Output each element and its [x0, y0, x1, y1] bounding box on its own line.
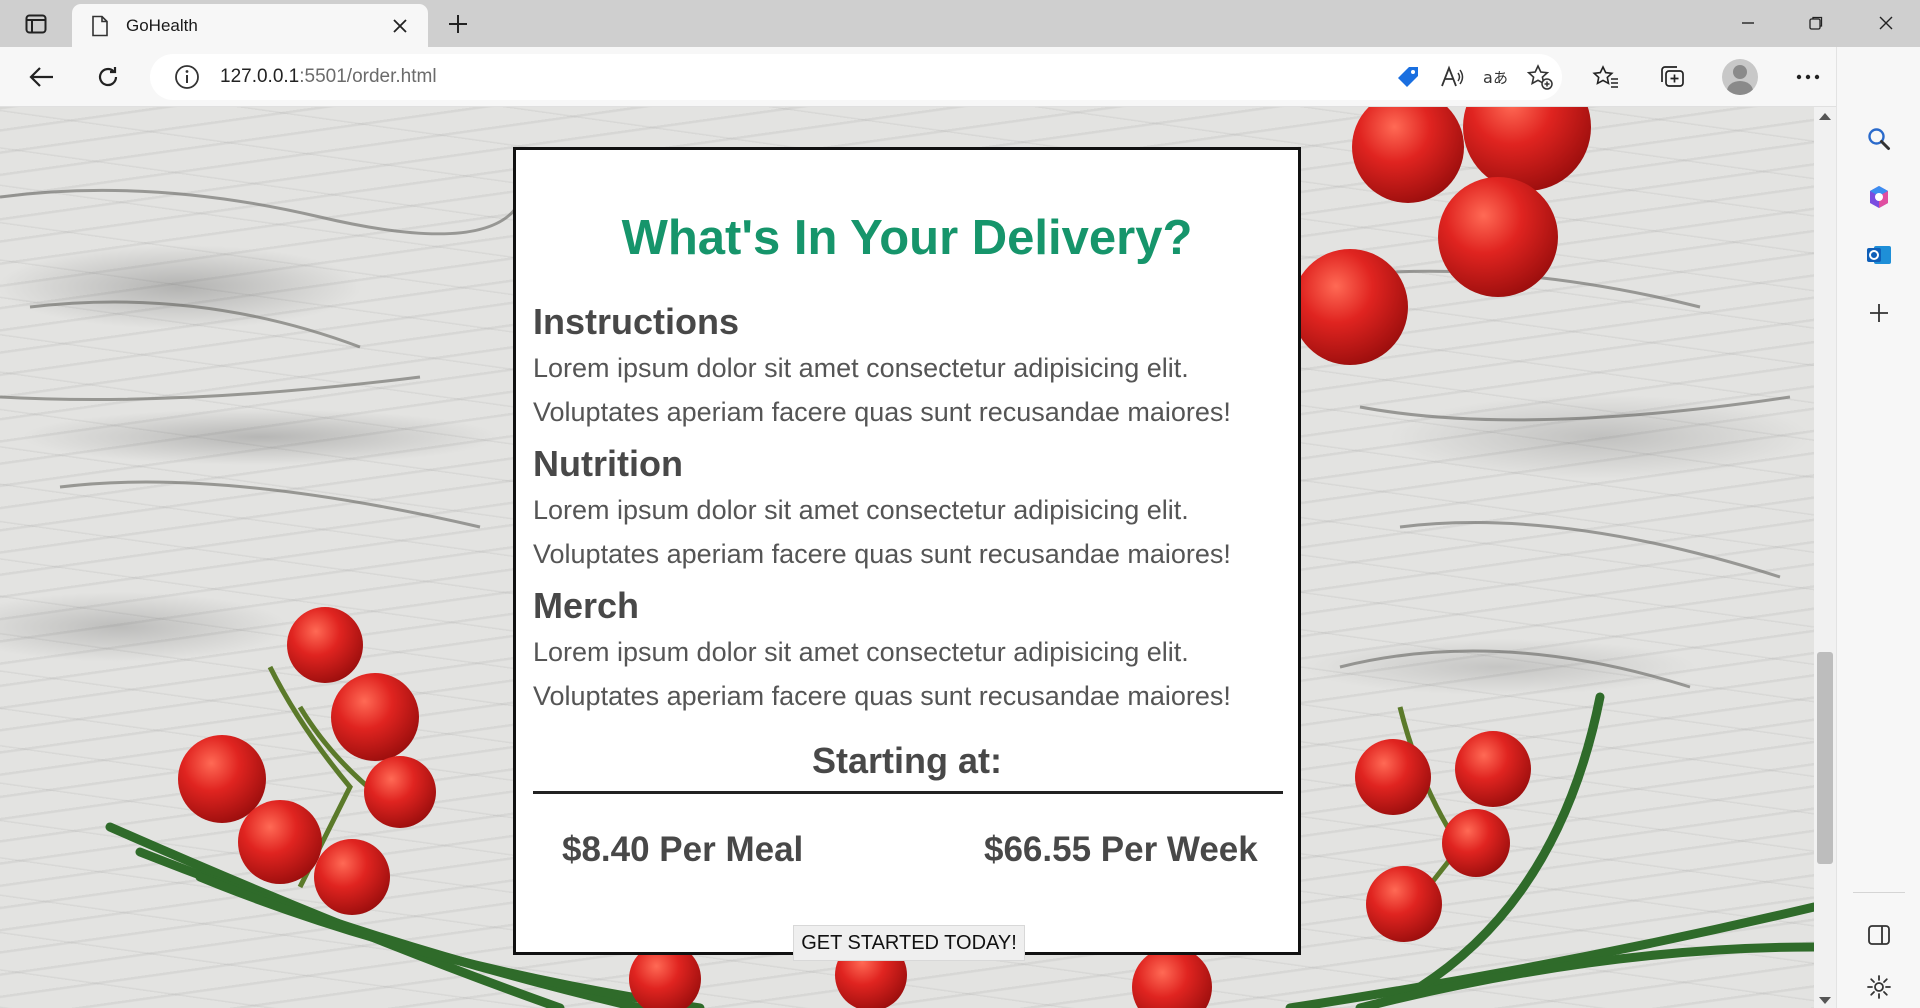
translate-button[interactable]: aあ — [1474, 57, 1518, 97]
collections-icon — [1661, 66, 1684, 87]
sidebar-outlook-button[interactable] — [1857, 233, 1901, 277]
sidebar-copilot-button[interactable] — [1857, 175, 1901, 219]
coupon-button[interactable] — [1386, 57, 1430, 97]
close-tab-button[interactable] — [386, 12, 414, 40]
address-bar[interactable]: 127.0.0.1:5501/order.html aあ — [150, 54, 1562, 100]
edge-sidebar — [1836, 47, 1920, 1008]
restore-button[interactable] — [1788, 8, 1844, 38]
price-per-week: $66.55 Per Week — [984, 830, 1258, 869]
settings-icon — [1867, 975, 1891, 999]
url-host: 127.0.0.1 — [220, 66, 300, 87]
url-path: :5501/order.html — [299, 66, 437, 87]
tab-actions-button[interactable] — [16, 10, 56, 38]
section-text-line: Voluptates aperiam facere quas sunt recu… — [533, 539, 1231, 569]
section-text-line: Voluptates aperiam facere quas sunt recu… — [533, 397, 1231, 427]
back-icon — [29, 67, 53, 87]
add-favorite-icon — [1526, 64, 1553, 90]
refresh-button[interactable] — [88, 58, 128, 96]
back-button[interactable] — [22, 58, 62, 96]
close-window-icon — [1879, 16, 1893, 30]
sidebar-search-button[interactable] — [1857, 117, 1901, 161]
section-heading: Nutrition — [533, 443, 683, 484]
sidebar-toggle-button[interactable] — [1857, 913, 1901, 957]
add-favorite-button[interactable] — [1518, 57, 1562, 97]
sidebar-add-button[interactable] — [1857, 291, 1901, 335]
starting-at-label: Starting at: — [811, 740, 1002, 781]
address-toolbar: 127.0.0.1:5501/order.html aあ — [0, 47, 1920, 107]
section-text-line: Lorem ipsum dolor sit amet consectetur a… — [533, 353, 1189, 383]
price-divider — [533, 791, 1283, 794]
info-icon[interactable] — [174, 64, 200, 90]
minimize-button[interactable] — [1720, 8, 1776, 38]
scroll-down-arrow-icon[interactable] — [1819, 997, 1831, 1004]
page-icon — [92, 15, 108, 36]
coupon-tag-icon — [1398, 67, 1418, 87]
favorites-icon — [1592, 65, 1618, 88]
close-icon — [393, 18, 407, 33]
outlook-icon — [1867, 246, 1891, 264]
more-button[interactable] — [1788, 58, 1828, 96]
restore-icon — [1809, 16, 1823, 30]
minimize-icon — [1742, 22, 1754, 24]
svg-text:あ: あ — [1493, 69, 1508, 87]
sidebar-toggle-icon — [1868, 925, 1890, 945]
favorites-button[interactable] — [1586, 58, 1626, 96]
section-text-line: Lorem ipsum dolor sit amet consectetur a… — [533, 495, 1189, 525]
new-tab-button[interactable] — [442, 9, 474, 39]
get-started-button[interactable]: GET STARTED TODAY! — [793, 925, 1025, 961]
card-title: What's In Your Delivery? — [621, 211, 1193, 265]
section-merch: Merch Lorem ipsum dolor sit amet consect… — [533, 584, 1293, 718]
price-per-meal: $8.40 Per Meal — [562, 830, 804, 869]
svg-text:a: a — [1483, 68, 1493, 87]
copilot-icon — [1870, 186, 1888, 208]
section-text-line: Lorem ipsum dolor sit amet consectetur a… — [533, 637, 1189, 667]
tab-actions-icon — [25, 14, 47, 34]
delivery-card: What's In Your Delivery? Instructions Lo… — [513, 147, 1301, 961]
plus-icon — [449, 15, 467, 33]
collections-button[interactable] — [1652, 58, 1692, 96]
scroll-up-arrow-icon[interactable] — [1819, 113, 1831, 120]
close-window-button[interactable] — [1858, 8, 1914, 38]
add-icon — [1870, 304, 1888, 322]
read-aloud-button[interactable] — [1430, 57, 1474, 97]
profile-avatar[interactable] — [1722, 59, 1758, 95]
search-icon — [1868, 128, 1890, 150]
refresh-icon — [98, 67, 118, 87]
section-instructions: Instructions Lorem ipsum dolor sit amet … — [533, 300, 1293, 434]
sidebar-divider — [1853, 892, 1905, 893]
section-text-line: Voluptates aperiam facere quas sunt recu… — [533, 681, 1231, 711]
page-viewport: What's In Your Delivery? Instructions Lo… — [0, 107, 1814, 1008]
page-scrollbar[interactable] — [1814, 107, 1836, 1008]
section-heading: Merch — [533, 585, 640, 626]
section-heading: Instructions — [533, 301, 740, 342]
more-icon — [1796, 74, 1820, 80]
section-nutrition: Nutrition Lorem ipsum dolor sit amet con… — [533, 442, 1293, 576]
sidebar-settings-button[interactable] — [1857, 965, 1901, 1008]
tab-title: GoHealth — [126, 15, 198, 35]
scrollbar-thumb[interactable] — [1817, 652, 1833, 864]
tab-bar: GoHealth — [0, 0, 1920, 47]
url-text[interactable]: 127.0.0.1:5501/order.html — [220, 66, 1386, 88]
read-aloud-icon — [1441, 65, 1464, 87]
browser-tab[interactable]: GoHealth — [72, 4, 428, 47]
translate-icon: aあ — [1483, 68, 1508, 87]
